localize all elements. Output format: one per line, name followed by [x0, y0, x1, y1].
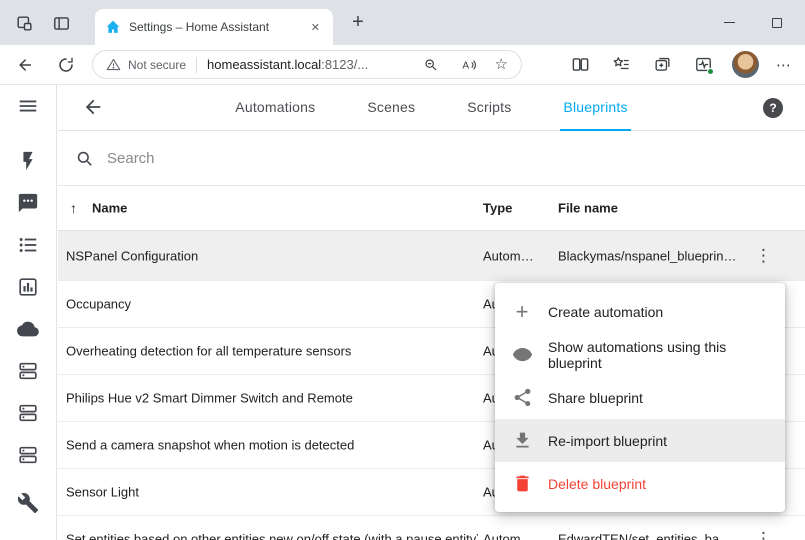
menu-item-show-automations[interactable]: Show automations using this blueprint — [495, 333, 785, 376]
browser-back-button[interactable] — [13, 53, 37, 77]
share-icon — [510, 386, 534, 410]
help-icon[interactable]: ? — [763, 98, 783, 118]
cloud-icon[interactable] — [16, 317, 40, 341]
sidebar-menu-icon[interactable] — [16, 94, 40, 118]
collections-icon[interactable] — [650, 53, 674, 77]
menu-item-label: Show automations using this blueprint — [548, 339, 770, 371]
table-header: ↑ Name Type File name — [58, 186, 805, 231]
tab-blueprints[interactable]: Blueprints — [560, 85, 630, 131]
browser-window: Settings – Home Assistant ✕ + Not secure… — [0, 0, 805, 540]
ha-tab-bar: Automations Scenes Scripts Blueprints — [58, 85, 805, 131]
row-name: Send a camera snapshot when motion is de… — [66, 438, 354, 453]
menu-item-share-blueprint[interactable]: Share blueprint — [495, 376, 785, 419]
server-icon[interactable] — [16, 401, 40, 425]
home-assistant-favicon — [105, 19, 121, 35]
eye-icon — [510, 343, 534, 367]
row-name: NSPanel Configuration — [66, 248, 198, 263]
refresh-button[interactable] — [54, 53, 78, 77]
row-name: Philips Hue v2 Smart Dimmer Switch and R… — [66, 391, 353, 406]
menu-item-reimport-blueprint[interactable]: Re-import blueprint — [495, 419, 785, 462]
plus-icon: + — [510, 300, 534, 324]
row-name: Overheating detection for all temperatur… — [66, 344, 351, 359]
profile-avatar[interactable] — [732, 51, 759, 78]
not-secure-warning-icon[interactable] — [106, 57, 121, 72]
search-input[interactable] — [107, 150, 427, 167]
workspaces-icon[interactable] — [12, 11, 36, 35]
address-bar[interactable]: Not secure homeassistant.local:8123/... … — [92, 50, 522, 79]
wrench-icon[interactable] — [16, 491, 40, 515]
browser-tab[interactable]: Settings – Home Assistant ✕ — [95, 9, 333, 45]
sort-ascending-icon[interactable]: ↑ — [70, 200, 77, 216]
tab-scripts[interactable]: Scripts — [464, 85, 514, 131]
menu-item-label: Delete blueprint — [548, 476, 646, 492]
tab-close-icon[interactable]: ✕ — [308, 20, 323, 35]
table-row[interactable]: Set entities based on other entities new… — [58, 516, 805, 540]
svg-text:A: A — [462, 60, 469, 71]
chart-icon[interactable] — [16, 275, 40, 299]
split-screen-icon[interactable] — [568, 53, 592, 77]
browser-titlebar: Settings – Home Assistant ✕ + — [0, 0, 805, 45]
row-file: Blackymas/nspanel_blueprin… — [558, 248, 736, 263]
url-text: homeassistant.local:8123/... — [207, 57, 368, 72]
download-icon — [510, 429, 534, 453]
browser-menu-icon[interactable]: ⋯ — [776, 56, 792, 74]
browser-navbar: Not secure homeassistant.local:8123/... … — [0, 45, 805, 85]
tab-scenes[interactable]: Scenes — [364, 85, 418, 131]
menu-item-label: Create automation — [548, 304, 663, 320]
read-aloud-icon[interactable]: A — [457, 53, 481, 77]
browser-essentials-icon[interactable] — [691, 53, 715, 77]
favorites-icon[interactable] — [609, 53, 633, 77]
zoom-out-icon[interactable] — [419, 53, 443, 77]
bolt-icon[interactable] — [16, 149, 40, 173]
tab-title: Settings – Home Assistant — [129, 20, 300, 34]
tab-automations[interactable]: Automations — [232, 85, 318, 131]
menu-item-label: Share blueprint — [548, 390, 643, 406]
blueprint-context-menu: + Create automation Show automations usi… — [495, 283, 785, 512]
security-label: Not secure — [128, 58, 186, 72]
search-bar — [58, 131, 805, 186]
tab-actions-icon[interactable] — [49, 11, 73, 35]
menu-item-create-automation[interactable]: + Create automation — [495, 290, 785, 333]
window-maximize-button[interactable] — [760, 0, 794, 45]
row-type: Autom… — [483, 248, 534, 263]
column-header-name[interactable]: Name — [92, 201, 127, 216]
trash-icon — [510, 472, 534, 496]
list-icon[interactable] — [16, 233, 40, 257]
new-tab-button[interactable]: + — [344, 10, 372, 36]
server-icon[interactable] — [16, 443, 40, 467]
ha-topbar: Automations Scenes Scripts Blueprints ? — [58, 85, 805, 131]
column-header-file[interactable]: File name — [558, 201, 618, 216]
essentials-status-dot — [707, 68, 714, 75]
ha-back-button[interactable] — [82, 96, 106, 120]
ha-sidebar — [0, 85, 57, 540]
row-overflow-icon[interactable]: ⋮ — [755, 246, 772, 266]
menu-item-delete-blueprint[interactable]: Delete blueprint — [495, 462, 785, 505]
row-overflow-icon[interactable]: ⋮ — [755, 529, 772, 540]
row-name: Sensor Light — [66, 485, 139, 500]
row-name: Occupancy — [66, 297, 131, 312]
favorite-star-icon[interactable]: ☆ — [495, 57, 508, 72]
row-type: Autom… — [483, 532, 534, 540]
chat-icon[interactable] — [16, 191, 40, 215]
row-file: EdwardTEN/set_entities_ba… — [558, 532, 732, 540]
menu-item-label: Re-import blueprint — [548, 433, 667, 449]
row-name: Set entities based on other entities new… — [66, 532, 478, 540]
server-icon[interactable] — [16, 359, 40, 383]
search-icon — [75, 149, 94, 168]
address-separator — [196, 57, 197, 73]
column-header-type[interactable]: Type — [483, 201, 512, 216]
table-row[interactable]: NSPanel Configuration Autom… Blackymas/n… — [58, 231, 805, 281]
window-minimize-button[interactable] — [712, 0, 746, 45]
